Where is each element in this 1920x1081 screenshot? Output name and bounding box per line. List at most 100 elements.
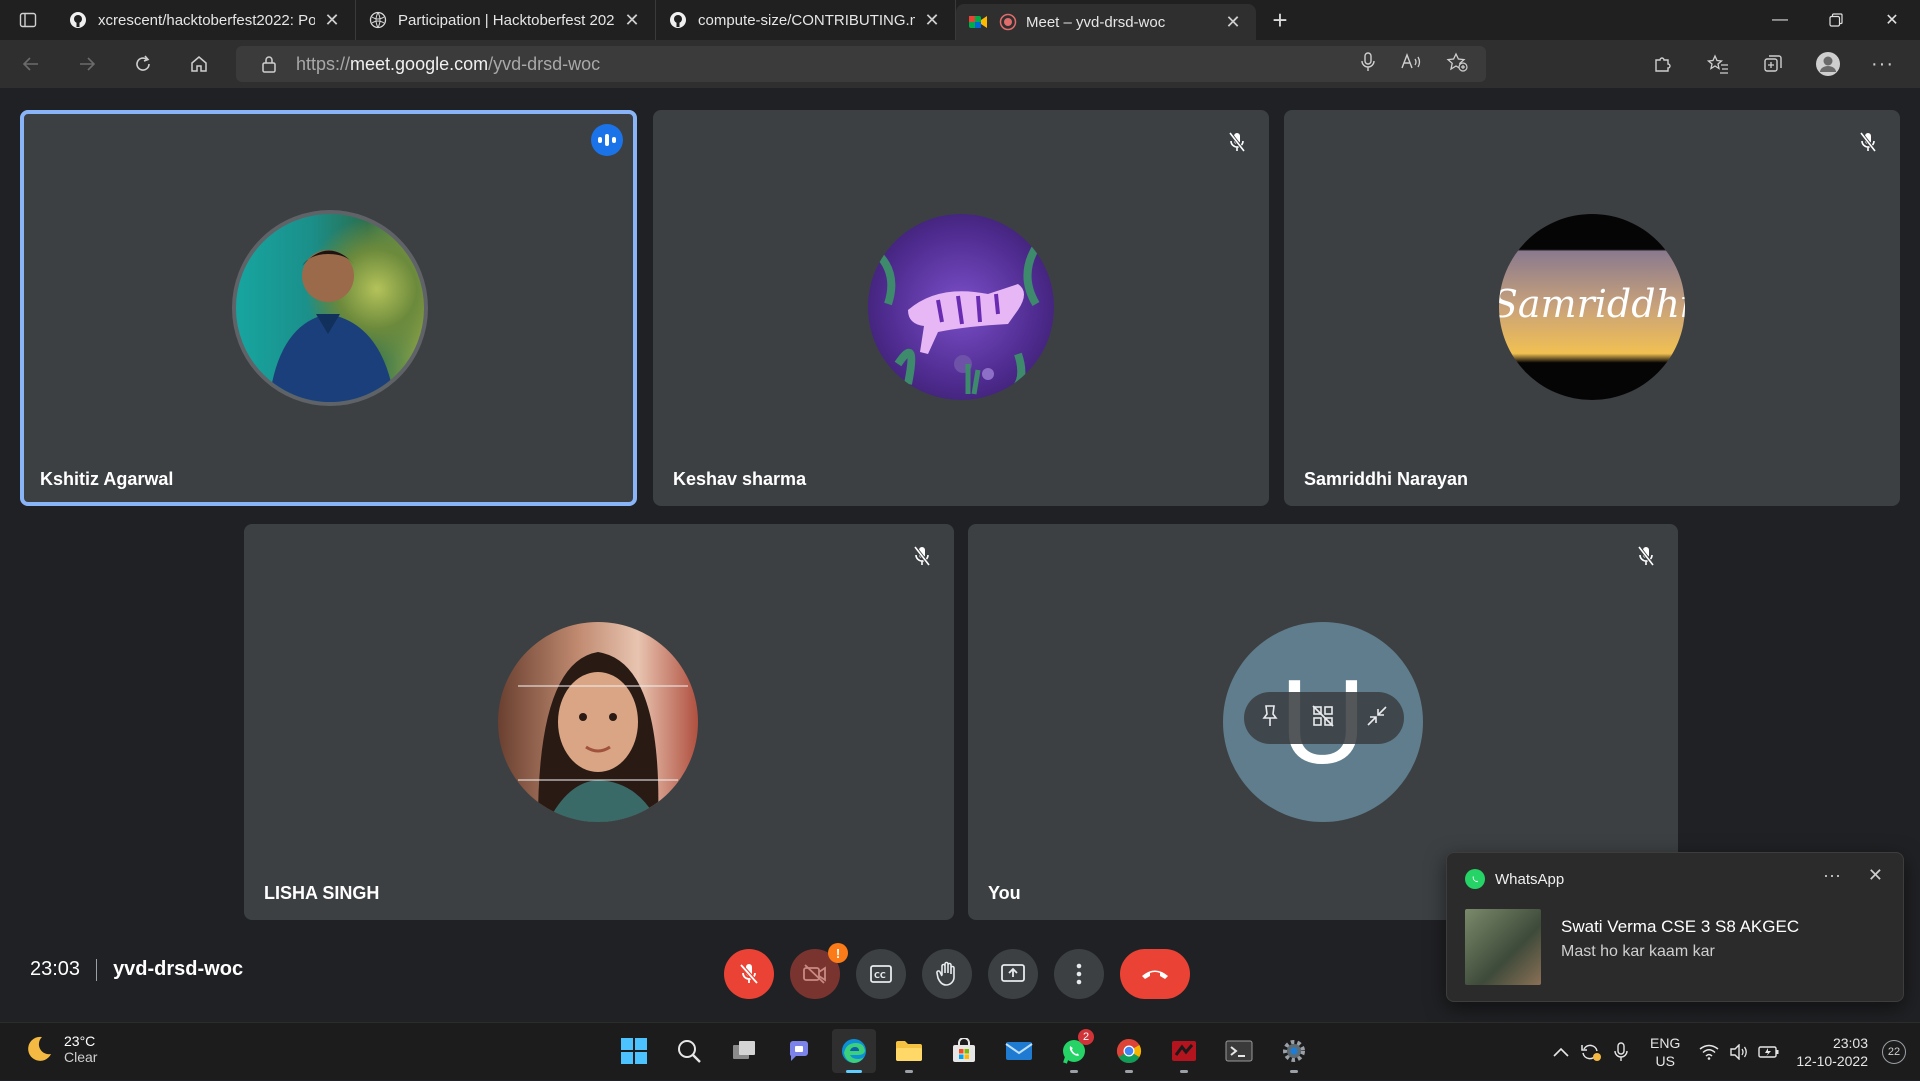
browser-right-tools: ··· [1635, 40, 1910, 88]
keyboard-layout: US [1655, 1053, 1675, 1069]
camera-warning-badge: ! [828, 943, 848, 963]
minimize-icon[interactable]: — [1752, 0, 1808, 40]
close-tab-icon[interactable]: ✕ [1222, 11, 1244, 33]
lock-icon[interactable] [254, 55, 284, 73]
mail-app[interactable] [997, 1029, 1041, 1073]
reload-button[interactable] [119, 44, 167, 84]
participant-tile-kshitiz[interactable]: Kshitiz Agarwal [20, 110, 637, 506]
close-window-icon[interactable]: ✕ [1864, 0, 1920, 40]
chat-icon [789, 1041, 808, 1061]
edge-icon [842, 1039, 866, 1063]
browser-tab-4-active[interactable]: Meet – yvd-drsd-woc ✕ [956, 4, 1256, 40]
new-tab-button[interactable]: + [1260, 0, 1300, 40]
browser-tab-2[interactable]: Participation | Hacktoberfest 202 ✕ [356, 0, 656, 40]
toast-more-button[interactable]: ··· [1823, 865, 1841, 886]
pin-icon[interactable] [1260, 704, 1280, 733]
red-app[interactable] [1162, 1029, 1206, 1073]
tab-title: compute-size/CONTRIBUTING.m [698, 11, 915, 29]
person-photo-icon [268, 250, 395, 402]
home-button[interactable] [175, 44, 223, 84]
whatsapp-icon [1465, 869, 1485, 889]
mic-toggle-button[interactable] [724, 949, 774, 999]
task-view-button[interactable] [722, 1029, 766, 1073]
windows-logo-icon [621, 1038, 647, 1064]
participant-avatar: Samriddhi [1499, 214, 1685, 400]
url-text[interactable]: https://meet.google.com/yvd-drsd-woc [296, 54, 600, 75]
whatsapp-notification[interactable]: WhatsApp ··· ✕ Swati Verma CSE 3 S8 AKGE… [1446, 852, 1904, 1002]
raise-hand-icon [936, 961, 955, 986]
collections-button[interactable] [1745, 40, 1800, 88]
camera-toggle-button[interactable]: ! [790, 943, 848, 999]
system-clock[interactable]: 23:03 12-10-2022 [1796, 1034, 1868, 1070]
microphone-icon[interactable] [1606, 1042, 1636, 1062]
url-host: meet.google.com [350, 53, 489, 74]
extensions-button[interactable] [1635, 40, 1690, 88]
home-icon [191, 56, 207, 72]
weather-widget[interactable]: 23°C Clear [24, 1033, 97, 1065]
system-tray: ENG US 23:03 12-10-2022 22 [1546, 1023, 1906, 1081]
search-button[interactable] [667, 1029, 711, 1073]
tab-actions-button[interactable] [0, 0, 56, 40]
profile-button[interactable] [1800, 40, 1855, 88]
read-aloud-icon[interactable] [1400, 52, 1422, 77]
participant-tile-keshav[interactable]: Keshav sharma [653, 110, 1269, 506]
favorites-button[interactable] [1690, 40, 1745, 88]
participant-tile-samriddhi[interactable]: Samriddhi Samriddhi Narayan [1284, 110, 1900, 506]
weather-temperature: 23°C [64, 1033, 96, 1049]
address-bar[interactable]: https://meet.google.com/yvd-drsd-woc [236, 46, 1486, 82]
browser-tab-1[interactable]: xcrescent/hacktoberfest2022: Po ✕ [56, 0, 356, 40]
microphone-icon[interactable] [1360, 51, 1376, 77]
more-options-button[interactable] [1054, 949, 1104, 999]
participant-tile-lisha[interactable]: LISHA SINGH [244, 524, 954, 920]
settings-more-button[interactable]: ··· [1855, 40, 1910, 88]
edge-browser-app[interactable] [832, 1029, 876, 1073]
captions-button[interactable]: CC [856, 949, 906, 999]
whatsapp-app[interactable]: 2 [1052, 1029, 1096, 1073]
close-tab-icon[interactable]: ✕ [921, 9, 943, 31]
meeting-code[interactable]: yvd-drsd-woc [113, 958, 243, 981]
teams-chat-button[interactable] [777, 1029, 821, 1073]
url-path: /yvd-drsd-woc [488, 53, 601, 74]
close-tab-icon[interactable]: ✕ [321, 9, 343, 31]
toast-message: Mast ho kar kaam kar [1561, 943, 1715, 960]
terminal-app[interactable] [1217, 1029, 1261, 1073]
start-button[interactable] [612, 1029, 656, 1073]
sync-warning-icon[interactable] [1576, 1042, 1606, 1062]
closed-captions-icon: CC [870, 965, 892, 983]
wifi-icon[interactable] [1694, 1044, 1724, 1060]
meeting-info: 23:03 yvd-drsd-woc [30, 958, 243, 981]
raise-hand-button[interactable] [922, 949, 972, 999]
browser-tab-3[interactable]: compute-size/CONTRIBUTING.m ✕ [656, 0, 956, 40]
red-app-icon [1172, 1041, 1196, 1061]
file-explorer-app[interactable] [887, 1029, 931, 1073]
notification-center-button[interactable]: 22 [1882, 1040, 1906, 1064]
task-view-icon [733, 1041, 755, 1059]
leave-call-button[interactable] [1120, 949, 1190, 999]
add-favorite-icon[interactable] [1446, 51, 1468, 77]
toast-close-button[interactable]: ✕ [1868, 865, 1883, 886]
battery-charging-icon[interactable] [1754, 1045, 1784, 1059]
present-screen-icon [1001, 964, 1025, 982]
gear-icon [1283, 1040, 1305, 1062]
github-icon [68, 10, 88, 30]
restore-icon[interactable] [1808, 0, 1864, 40]
close-tab-icon[interactable]: ✕ [621, 9, 643, 31]
minimize-tile-icon[interactable] [1366, 705, 1388, 732]
hacktoberfest-globe-icon [368, 10, 388, 30]
volume-icon[interactable] [1724, 1044, 1754, 1060]
microsoft-store-app[interactable] [942, 1029, 986, 1073]
url-prefix: https:// [296, 53, 351, 74]
back-button[interactable] [7, 44, 55, 84]
settings-app[interactable] [1272, 1029, 1316, 1073]
input-language[interactable]: ENG US [1650, 1034, 1680, 1070]
reload-icon [136, 55, 150, 71]
remove-from-grid-icon[interactable] [1311, 704, 1335, 733]
tab-title: xcrescent/hacktoberfest2022: Po [98, 11, 315, 29]
browser-tab-bar: xcrescent/hacktoberfest2022: Po ✕ Partic… [0, 0, 1920, 40]
address-bar-icons [1360, 46, 1468, 82]
forward-button[interactable] [63, 44, 111, 84]
chevron-up-icon[interactable] [1546, 1047, 1576, 1057]
chrome-app[interactable] [1107, 1029, 1151, 1073]
participant-name: Samriddhi Narayan [1304, 469, 1469, 489]
present-screen-button[interactable] [988, 949, 1038, 999]
